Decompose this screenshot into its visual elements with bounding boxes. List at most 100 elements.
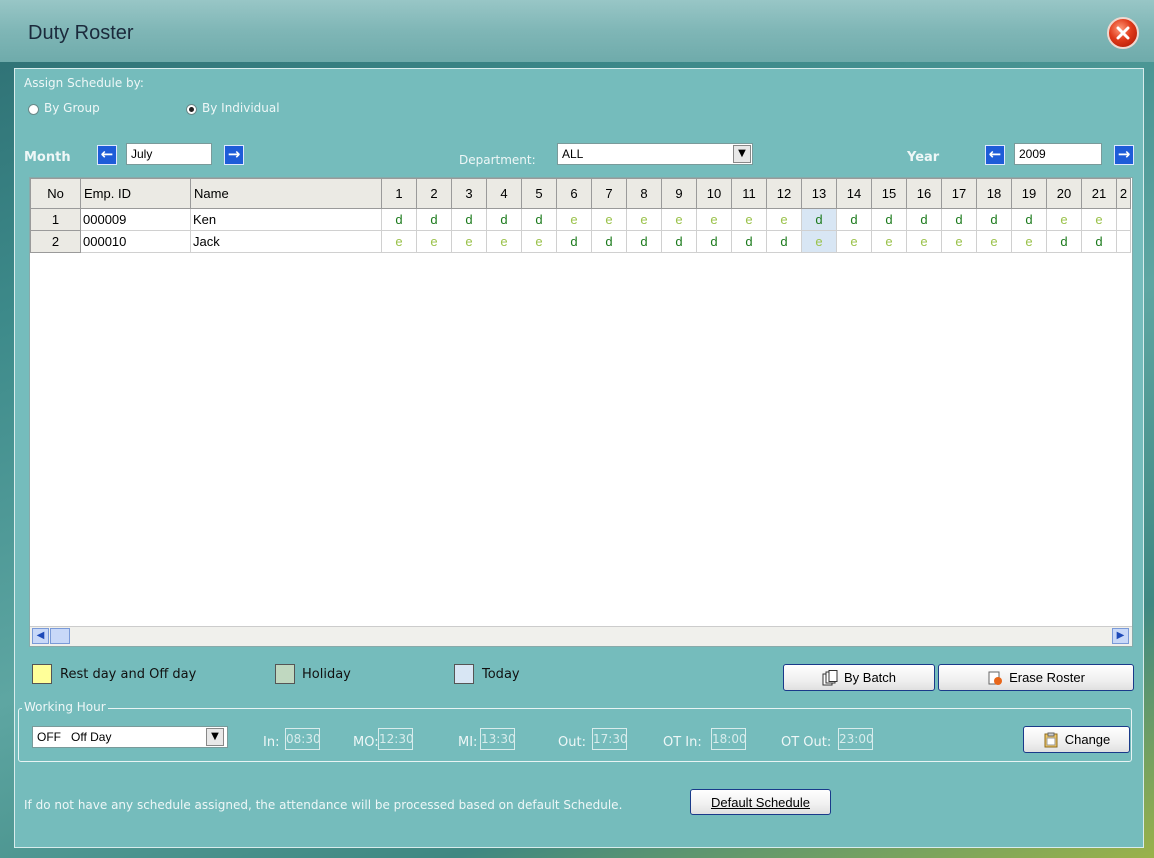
day-cell[interactable]: d	[941, 208, 977, 231]
day-cell[interactable]: e	[1046, 208, 1082, 231]
day-cell[interactable]: e	[766, 208, 802, 231]
day-column-header[interactable]: 10	[696, 178, 732, 209]
day-cell[interactable]: d	[591, 230, 627, 253]
table-row[interactable]: 2 000010 Jack e e e e e d d d d d d d e e e e e e e d d	[30, 230, 1131, 253]
day-cell[interactable]: d	[696, 230, 732, 253]
day-cell[interactable]: d	[1081, 230, 1117, 253]
day-cell[interactable]: e	[661, 208, 697, 231]
day-column-header[interactable]: 7	[591, 178, 627, 209]
day-cell[interactable]: e	[416, 230, 452, 253]
name-cell[interactable]: Ken	[190, 208, 382, 231]
day-cell[interactable]: d	[521, 208, 557, 231]
day-cell[interactable]: d	[1046, 230, 1082, 253]
day-column-header[interactable]: 14	[836, 178, 872, 209]
shift-select[interactable]: OFF Off Day	[32, 726, 228, 748]
day-cell[interactable]: e	[836, 230, 872, 253]
day-column-header[interactable]: 13	[801, 178, 837, 209]
day-column-header[interactable]: 9	[661, 178, 697, 209]
day-cell[interactable]: e	[871, 230, 907, 253]
day-cell[interactable]: e	[1081, 208, 1117, 231]
scroll-right-button[interactable]: ▶	[1112, 628, 1129, 644]
row-number-cell[interactable]: 2	[30, 230, 81, 253]
department-dropdown-button[interactable]: ▼	[733, 145, 751, 163]
day-cell[interactable]: e	[906, 230, 942, 253]
scroll-left-button[interactable]: ◀	[32, 628, 49, 644]
day-column-header[interactable]: 18	[976, 178, 1012, 209]
roster-grid[interactable]: No Emp. ID Name 1 2 3 4 5 6 7 8 9 10 11 12 13 14 15 16 17 18…	[29, 177, 1133, 647]
column-header[interactable]: No	[30, 178, 81, 209]
day-cell-partial[interactable]	[1116, 230, 1131, 253]
horizontal-scrollbar[interactable]: ◀ ▶	[30, 626, 1132, 646]
emp-id-cell[interactable]: 000010	[80, 230, 191, 253]
row-number-cell[interactable]: 1	[30, 208, 81, 231]
emp-id-cell[interactable]: 000009	[80, 208, 191, 231]
close-button[interactable]	[1107, 17, 1139, 49]
table-row[interactable]: 1 000009 Ken d d d d d e e e e e e e d d d d d d d e e	[30, 208, 1131, 231]
day-cell[interactable]: e	[451, 230, 487, 253]
day-column-header[interactable]: 20	[1046, 178, 1082, 209]
erase-roster-button[interactable]: Erase Roster	[938, 664, 1134, 691]
day-column-header[interactable]: 21	[1081, 178, 1117, 209]
day-cell[interactable]: e	[941, 230, 977, 253]
day-column-header[interactable]: 3	[451, 178, 487, 209]
day-column-header[interactable]: 5	[521, 178, 557, 209]
year-next-button[interactable]: →	[1114, 145, 1134, 165]
department-select[interactable]: ALL	[557, 143, 753, 165]
day-column-header[interactable]: 16	[906, 178, 942, 209]
day-cell[interactable]: d	[976, 208, 1012, 231]
year-prev-button[interactable]: ←	[985, 145, 1005, 165]
day-cell[interactable]: d	[451, 208, 487, 231]
day-column-header[interactable]: 4	[486, 178, 522, 209]
day-cell[interactable]: d	[661, 230, 697, 253]
day-column-header[interactable]: 8	[626, 178, 662, 209]
day-cell[interactable]: e	[381, 230, 417, 253]
day-cell[interactable]: d	[381, 208, 417, 231]
column-header[interactable]: Name	[190, 178, 382, 209]
day-column-header[interactable]: 1	[381, 178, 417, 209]
day-cell[interactable]: d	[906, 208, 942, 231]
day-cell[interactable]: d	[871, 208, 907, 231]
scroll-thumb[interactable]	[50, 628, 70, 644]
day-cell[interactable]: e	[1011, 230, 1047, 253]
day-cell[interactable]: d	[731, 230, 767, 253]
day-cell[interactable]: d	[416, 208, 452, 231]
day-cell[interactable]: e	[626, 208, 662, 231]
day-cell[interactable]: d	[556, 230, 592, 253]
day-cell[interactable]: e	[556, 208, 592, 231]
day-column-header[interactable]: 11	[731, 178, 767, 209]
month-prev-button[interactable]: ←	[97, 145, 117, 165]
day-cell[interactable]: d	[766, 230, 802, 253]
by-group-label[interactable]: By Group	[44, 101, 100, 115]
by-batch-button[interactable]: By Batch	[783, 664, 935, 691]
day-cell[interactable]: d	[486, 208, 522, 231]
column-header[interactable]: Emp. ID	[80, 178, 191, 209]
day-cell[interactable]: e	[521, 230, 557, 253]
by-individual-radio[interactable]	[186, 104, 197, 115]
day-column-header[interactable]: 17	[941, 178, 977, 209]
day-cell[interactable]: d	[626, 230, 662, 253]
year-field[interactable]: 2009	[1014, 143, 1102, 165]
day-column-header[interactable]: 2	[1116, 178, 1131, 209]
day-column-header[interactable]: 15	[871, 178, 907, 209]
day-cell[interactable]: e	[976, 230, 1012, 253]
day-cell[interactable]: d	[836, 208, 872, 231]
month-field[interactable]: July	[126, 143, 212, 165]
day-cell[interactable]: e	[591, 208, 627, 231]
day-cell[interactable]: d	[801, 208, 837, 231]
month-next-button[interactable]: →	[224, 145, 244, 165]
day-cell-partial[interactable]	[1116, 208, 1131, 231]
day-column-header[interactable]: 2	[416, 178, 452, 209]
default-schedule-button[interactable]: Default Schedule	[690, 789, 831, 815]
day-column-header[interactable]: 12	[766, 178, 802, 209]
day-cell[interactable]: e	[696, 208, 732, 231]
day-cell[interactable]: e	[486, 230, 522, 253]
day-column-header[interactable]: 6	[556, 178, 592, 209]
change-button[interactable]: Change	[1023, 726, 1130, 753]
day-cell[interactable]: d	[1011, 208, 1047, 231]
day-cell[interactable]: e	[731, 208, 767, 231]
by-group-radio[interactable]	[28, 104, 39, 115]
day-column-header[interactable]: 19	[1011, 178, 1047, 209]
shift-dropdown-button[interactable]: ▼	[206, 728, 224, 746]
by-individual-label[interactable]: By Individual	[202, 101, 280, 115]
name-cell[interactable]: Jack	[190, 230, 382, 253]
